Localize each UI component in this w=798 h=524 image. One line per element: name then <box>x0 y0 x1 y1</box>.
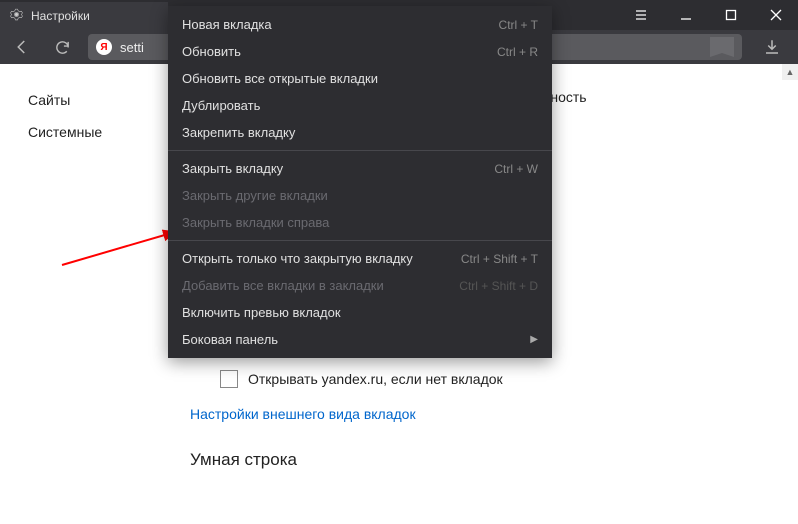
tab-context-menu: Новая вкладкаCtrl + T ОбновитьCtrl + R О… <box>168 6 552 358</box>
menu-reload[interactable]: ОбновитьCtrl + R <box>168 38 552 65</box>
downloads-button[interactable] <box>754 38 790 56</box>
option-label: Открывать yandex.ru, если нет вкладок <box>248 371 503 387</box>
sidebar-item-sites[interactable]: Сайты <box>28 84 180 116</box>
menu-close-tab[interactable]: Закрыть вкладкуCtrl + W <box>168 155 552 182</box>
window-controls <box>618 0 798 30</box>
scroll-up-button[interactable]: ▲ <box>782 64 798 80</box>
back-button[interactable] <box>8 33 36 61</box>
menu-reopen-closed[interactable]: Открыть только что закрытую вкладкуCtrl … <box>168 245 552 272</box>
reload-button[interactable] <box>48 33 76 61</box>
minimize-button[interactable] <box>663 0 708 30</box>
maximize-button[interactable] <box>708 0 753 30</box>
menu-enable-preview[interactable]: Включить превью вкладок <box>168 299 552 326</box>
tab-title: Настройки <box>31 9 90 23</box>
menu-separator <box>168 240 552 241</box>
menu-close-other: Закрыть другие вкладки <box>168 182 552 209</box>
menu-bookmark-all: Добавить все вкладки в закладкиCtrl + Sh… <box>168 272 552 299</box>
site-icon: Я <box>96 39 112 55</box>
menu-duplicate[interactable]: Дублировать <box>168 92 552 119</box>
menu-pin[interactable]: Закрепить вкладку <box>168 119 552 146</box>
close-button[interactable] <box>753 0 798 30</box>
checkbox-icon[interactable] <box>220 370 238 388</box>
url-text: setti <box>120 40 144 55</box>
menu-close-right: Закрыть вкладки справа <box>168 209 552 236</box>
tab-appearance-link[interactable]: Настройки внешнего вида вкладок <box>190 406 798 422</box>
menu-reload-all[interactable]: Обновить все открытые вкладки <box>168 65 552 92</box>
sidebar-item-system[interactable]: Системные <box>28 116 180 148</box>
menu-new-tab[interactable]: Новая вкладкаCtrl + T <box>168 11 552 38</box>
gear-icon <box>10 8 23 24</box>
menu-button[interactable] <box>618 0 663 30</box>
bookmark-icon[interactable] <box>710 37 734 57</box>
menu-side-panel[interactable]: Боковая панель▶ <box>168 326 552 353</box>
settings-sidebar: Сайты Системные <box>0 64 180 524</box>
menu-separator <box>168 150 552 151</box>
option-open-yandex[interactable]: Открывать yandex.ru, если нет вкладок <box>220 364 798 394</box>
submenu-arrow-icon: ▶ <box>530 334 538 345</box>
section-heading-smartline: Умная строка <box>190 450 798 470</box>
browser-tab[interactable]: Настройки <box>0 2 168 30</box>
